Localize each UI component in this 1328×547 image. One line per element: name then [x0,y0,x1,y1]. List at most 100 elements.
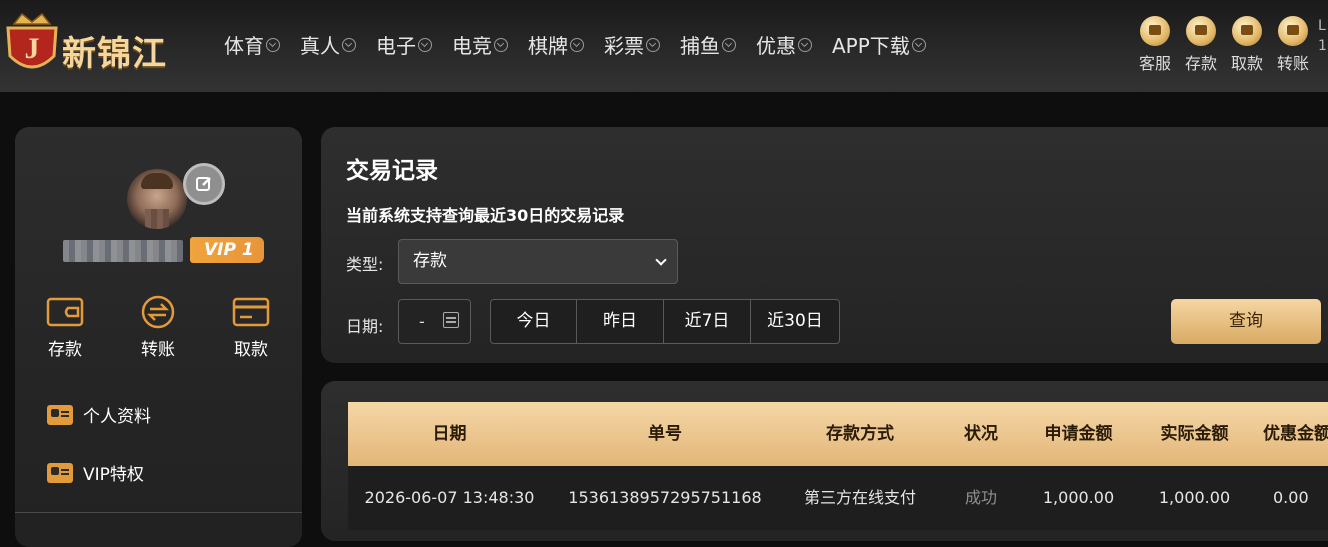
brand-name: 新锦江 [62,34,167,74]
quick-withdraw[interactable]: 取款 [1224,16,1270,74]
nav-item-cards[interactable]: 棋牌 [528,30,584,59]
type-select-value: 存款 [413,251,447,271]
table-header: 日期 单号 存款方式 状况 申请金额 实际金额 优惠金额 [348,402,1328,466]
transfer-icon [141,295,175,329]
quick-label: 客服 [1138,54,1171,73]
query-button[interactable]: 查询 [1171,299,1321,344]
action-label: 取款 [234,340,268,360]
edge-glyph: 1 [1318,38,1327,54]
menu-label: VIP特权 [83,465,144,485]
chevron-down-icon [655,254,667,266]
cell-bonus-amount: 0.00 [1273,488,1309,507]
id-card-icon [47,462,73,483]
id-card-icon [47,404,73,425]
nav-label: 彩票 [604,34,644,58]
svg-text:J: J [25,32,40,65]
transfer-action[interactable]: 转账 [126,295,190,360]
nav-item-esports[interactable]: 电竞 [452,30,508,59]
main-nav: 体育 真人 电子 电竞 棋牌 彩票 捕鱼 优惠 APP下载 [224,30,946,59]
chevron-down-icon [570,37,584,52]
date-picker[interactable]: - [398,299,471,344]
type-label: 类型: [346,255,384,274]
quick-label: 取款 [1230,54,1263,73]
date-label: 日期: [346,317,384,336]
edit-avatar-button[interactable] [183,163,225,205]
quick-label: 存款 [1184,54,1217,73]
edge-glyph: L [1318,18,1326,34]
quick-label: 转账 [1276,54,1309,73]
column-header: 实际金额 [1160,424,1229,444]
quick-transfer[interactable]: 转账 [1270,16,1316,74]
column-header: 优惠金额 [1263,424,1328,444]
action-label: 转账 [141,340,175,360]
nav-label: 电竞 [452,34,492,58]
page-subtitle: 当前系统支持查询最近30日的交易记录 [346,206,625,225]
nav-item-app-download[interactable]: APP下载 [832,30,926,59]
cell-order-number: 1536138957295751168 [568,488,762,507]
nav-item-sports[interactable]: 体育 [224,30,280,59]
action-label: 存款 [48,340,82,360]
pixelated-region [145,209,169,229]
nav-item-promotions[interactable]: 优惠 [756,30,812,59]
range-30days-button[interactable]: 近30日 [750,299,840,344]
menu-label: 个人资料 [83,407,151,427]
wallet-icon [46,297,84,327]
brand-logo[interactable]: J 新锦江 [0,4,200,86]
chevron-down-icon [266,37,280,52]
avatar [127,169,187,229]
nav-item-fishing[interactable]: 捕鱼 [680,30,736,59]
cell-requested-amount: 1,000.00 [1042,488,1115,507]
transaction-table-panel: 日期 单号 存款方式 状况 申请金额 实际金额 优惠金额 2026-06-07 … [321,381,1328,541]
withdraw-action[interactable]: 取款 [219,295,283,360]
nav-label: 优惠 [756,34,796,58]
range-today-button[interactable]: 今日 [490,299,577,344]
nav-label: 体育 [224,34,264,58]
chevron-down-icon [798,37,812,52]
account-sidebar: VIP 1 存款 转账 取款 个人资料 VIP特权 [15,127,302,547]
range-yesterday-button[interactable]: 昨日 [576,299,664,344]
nav-item-live[interactable]: 真人 [300,30,356,59]
wallet-icon [1186,16,1216,46]
quick-deposit[interactable]: 存款 [1178,16,1224,74]
column-header: 存款方式 [826,424,894,444]
nav-label: 电子 [376,34,416,58]
column-header: 单号 [648,424,682,444]
menu-item-profile[interactable]: 个人资料 [47,402,151,427]
transfer-icon [1278,16,1308,46]
type-select[interactable]: 存款 [398,239,678,284]
cell-status: 成功 [964,488,997,507]
card-icon [232,297,270,327]
nav-label: APP下载 [832,34,910,58]
calendar-icon [443,312,459,328]
customer-service-icon [1140,16,1170,46]
account-actions: 存款 转账 取款 [33,295,283,360]
divider [15,512,302,513]
cell-deposit-method: 第三方在线支付 [803,488,916,507]
range-7days-button[interactable]: 近7日 [663,299,751,344]
vip-level-badge: VIP 1 [190,237,264,263]
cropped-edge-text: L 1 [1318,16,1327,56]
nav-label: 真人 [300,34,340,58]
chevron-down-icon [911,37,926,52]
cell-actual-amount: 1,000.00 [1158,488,1231,507]
quick-customer-service[interactable]: 客服 [1132,16,1178,74]
menu-item-vip[interactable]: VIP特权 [47,460,144,485]
chevron-down-icon [418,37,432,52]
username-pixelated [63,240,183,262]
date-value: - [419,312,425,331]
quick-links: 客服 存款 取款 转账 [1132,16,1316,74]
nav-item-slots[interactable]: 电子 [376,30,432,59]
deposit-action[interactable]: 存款 [33,295,97,360]
top-navbar: J 新锦江 体育 真人 电子 电竞 棋牌 彩票 捕鱼 优惠 APP下载 客服 存… [0,0,1328,92]
withdraw-icon [1232,16,1262,46]
nav-item-lottery[interactable]: 彩票 [604,30,660,59]
transaction-filter-panel: 交易记录 当前系统支持查询最近30日的交易记录 类型: 存款 日期: - 今日 … [321,127,1328,363]
cell-date: 2026-06-07 13:48:30 [364,488,535,507]
chevron-down-icon [722,37,736,52]
page-title: 交易记录 [346,158,438,184]
brand-logo-icon: J [6,12,58,69]
table-row[interactable]: 2026-06-07 13:48:30 1536138957295751168 … [348,466,1328,530]
edit-icon [196,177,211,191]
nav-label: 棋牌 [528,34,568,58]
column-header: 日期 [432,424,467,444]
